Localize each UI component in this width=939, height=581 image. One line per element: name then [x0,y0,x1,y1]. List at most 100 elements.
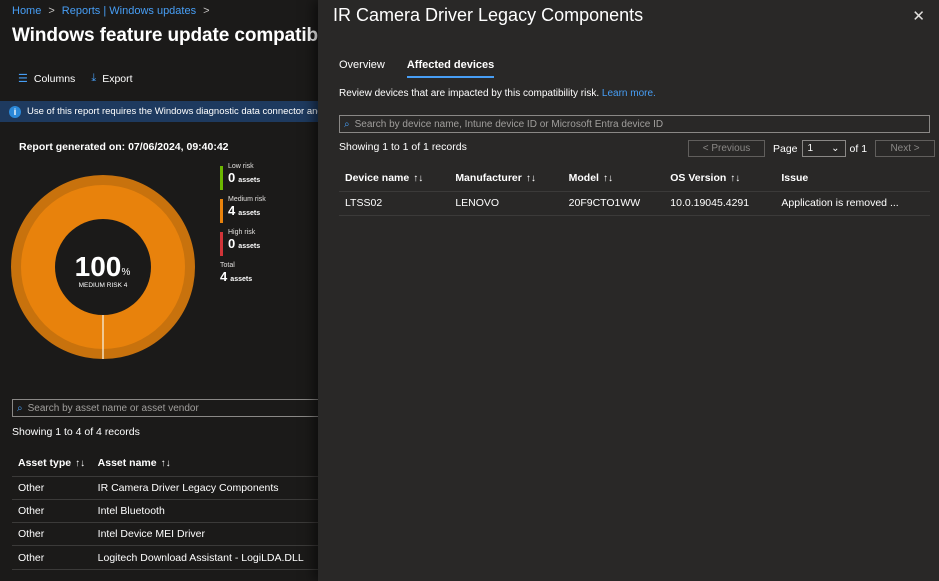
donut-percent: 100 [75,251,122,282]
device-records-count: Showing 1 to 1 of 1 records [339,141,467,153]
description-text: Review devices that are impacted by this… [339,88,600,99]
asset-search-input[interactable]: ⌕ Search by asset name or asset vendor [12,399,318,417]
column-header-model[interactable]: Model ↑↓ [562,165,665,192]
tab-overview[interactable]: Overview [339,59,385,78]
legend-value: 0 [228,236,236,251]
column-header-device-name[interactable]: Device name ↑↓ [339,165,450,192]
sort-icon: ↑↓ [160,457,171,469]
page-select[interactable]: 1 ⌄ [801,140,846,157]
table-row[interactable]: LTSS02 LENOVO 20F9CTO1WW 10.0.19045.4291… [339,191,930,216]
table-header-row: Asset type↑↓ Asset name↑↓ A [12,450,318,477]
search-icon: ⌕ [17,402,23,414]
panel-title: IR Camera Driver Legacy Components [333,5,644,25]
report-generated-text: Report generated on: 07/06/2024, 09:40:4… [19,141,229,153]
background-report-page: Home > Reports | Windows updates > Windo… [0,0,318,581]
cell-asset-name[interactable]: IR Camera Driver Legacy Components [91,476,318,500]
legend-unit: assets [238,177,261,184]
legend-value: 4 [228,203,236,218]
breadcrumb-reports[interactable]: Reports | Windows updates [62,5,196,17]
legend-unit: assets [238,210,261,217]
cell-model: 20F9CTO1WW [562,191,665,216]
panel-tabs: Overview Affected devices [339,59,495,78]
cell-os-version: 10.0.19045.4291 [664,191,776,216]
risk-donut-chart: 100 % MEDIUM RISK 4 [11,175,195,359]
asset-search-placeholder: Search by asset name or asset vendor [27,402,199,414]
legend-high-risk: High risk 0 assets [220,229,266,259]
export-label: Export [102,72,133,85]
breadcrumb: Home > Reports | Windows updates > [12,5,217,17]
table-row[interactable]: Other Intel Device MEI Driver In [12,522,318,547]
table-header-row: Device name ↑↓ Manufacturer ↑↓ Model ↑↓ OS … [339,165,930,192]
sort-icon: ↑↓ [602,172,613,184]
breadcrumb-home[interactable]: Home [12,5,41,17]
donut-percent-sign: % [122,267,131,278]
search-icon: ⌕ [344,118,350,130]
learn-more-link[interactable]: Learn more. [602,88,656,99]
legend-value: 4 [220,269,228,284]
legend-medium-risk: Medium risk 4 assets [220,196,266,226]
tab-affected-devices[interactable]: Affected devices [406,59,495,78]
cell-device-name: LTSS02 [339,191,450,216]
cell-asset-type: Other [12,545,92,570]
cell-asset-type: Other [12,476,92,500]
legend-unit: assets [238,243,261,250]
cell-asset-name[interactable]: Logitech Download Assistant - LogiLDA.DL… [91,545,318,570]
columns-button[interactable]: ☰ Columns [18,72,76,86]
toolbar: ☰ Columns ⤓ Export [18,72,133,85]
risk-legend: Low risk 0 assets Medium risk 4 assets H… [220,160,266,294]
legend-low-risk: Low risk 0 assets [220,163,266,193]
column-header-issue[interactable]: Issue [775,165,930,192]
legend-unit: assets [230,276,253,283]
info-banner-text: Use of this report requires the Windows … [27,106,318,117]
download-icon: ⤓ [91,72,97,84]
cell-manufacturer: LENOVO [449,191,563,216]
donut-caption: MEDIUM RISK 4 [79,282,128,289]
legend-label: Low risk [228,163,254,170]
next-button[interactable]: Next > [875,140,936,157]
records-count: Showing 1 to 4 of 4 records [12,426,140,438]
columns-label: Columns [33,72,76,85]
page-total-label: of 1 [849,142,868,155]
legend-total: Total 4 assets [220,262,266,292]
close-icon[interactable]: ✕ [912,7,925,25]
export-button[interactable]: ⤓ Export [91,72,132,85]
column-header-asset-type[interactable]: Asset type ↑↓ [12,450,92,477]
panel-description: Review devices that are impacted by this… [339,88,656,99]
cell-asset-name[interactable]: Intel Bluetooth [91,499,318,524]
sort-icon: ↑↓ [525,172,536,184]
legend-label: Medium risk [228,196,266,203]
device-search-input[interactable]: ⌕ Search by device name, Intune device I… [339,115,930,133]
chevron-right-icon: > [203,5,210,17]
legend-medium-risk-bar [220,199,223,223]
affected-devices-table: Device name ↑↓ Manufacturer ↑↓ Model ↑↓ OS … [339,165,930,216]
column-header-asset-name[interactable]: Asset name ↑↓ [91,450,318,477]
legend-value: 0 [228,170,236,185]
legend-high-risk-bar [220,232,223,256]
previous-button[interactable]: < Previous [688,140,765,157]
column-header-os-version[interactable]: OS Version ↑↓ [664,165,776,192]
asset-table: Asset type↑↓ Asset name↑↓ A Other IR Cam… [12,450,318,570]
sort-icon: ↑↓ [75,457,86,469]
details-panel: IR Camera Driver Legacy Components ✕ Ove… [318,0,939,581]
cell-asset-type: Other [12,522,92,547]
page-title: Windows feature update compatibility [12,25,318,46]
columns-icon: ☰ [18,73,28,85]
info-icon: i [9,105,21,118]
chevron-down-icon: ⌄ [831,143,840,154]
cell-asset-type: Other [12,499,92,524]
table-row[interactable]: Other IR Camera Driver Legacy Components… [12,476,318,500]
sort-icon: ↑↓ [730,172,741,184]
info-banner: i Use of this report requires the Window… [0,101,318,122]
column-header-manufacturer[interactable]: Manufacturer ↑↓ [449,165,563,192]
device-search-placeholder: Search by device name, Intune device ID … [354,118,664,130]
table-row[interactable]: Other Intel Bluetooth In [12,499,318,524]
cell-asset-name[interactable]: Intel Device MEI Driver [91,522,318,547]
legend-label: High risk [228,229,256,236]
legend-low-risk-bar [220,166,223,190]
table-row[interactable]: Other Logitech Download Assistant - Logi… [12,545,318,570]
cell-issue: Application is removed ... [775,191,930,216]
chevron-right-icon: > [48,5,55,17]
legend-label: Total [220,262,235,269]
page-select-value: 1 [807,143,814,154]
pagination: < Previous Page 1 ⌄ of 1 Next > [688,140,936,157]
